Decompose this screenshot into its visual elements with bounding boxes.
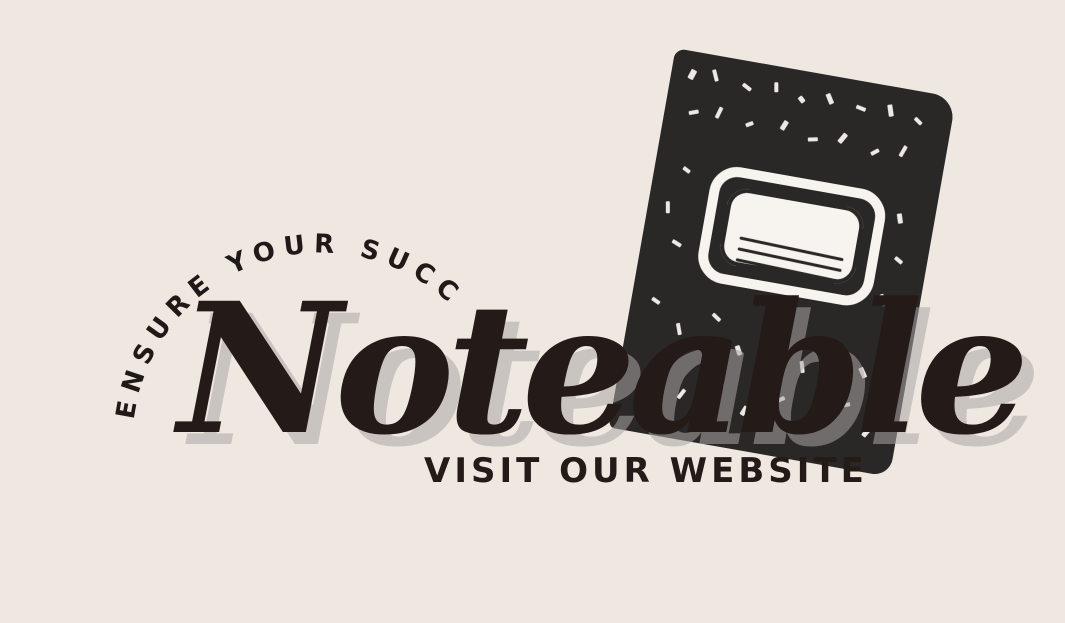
logo-wordmark: Noteable Noteable bbox=[170, 264, 1042, 487]
logo-svg: Noteable Noteable bbox=[173, 264, 1042, 487]
logo-main-text: Noteable bbox=[173, 264, 1022, 475]
visit-website-text: VISIT OUR WEBSITE bbox=[424, 451, 868, 491]
